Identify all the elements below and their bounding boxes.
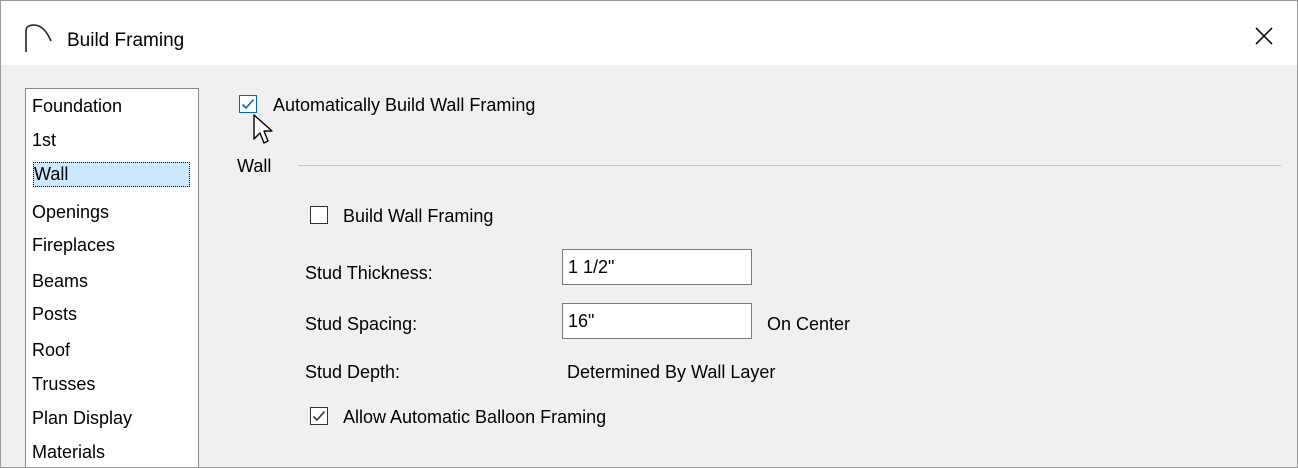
stud-spacing-label: Stud Spacing: bbox=[305, 314, 418, 334]
checkmark-icon bbox=[312, 410, 326, 422]
window-title: Build Framing bbox=[67, 30, 185, 51]
title-bar: Build Framing bbox=[1, 1, 1297, 65]
checkmark-icon bbox=[241, 98, 255, 110]
arch-icon bbox=[24, 23, 60, 53]
close-icon bbox=[1255, 27, 1273, 45]
stud-thickness-input[interactable]: 1 1/2" bbox=[562, 249, 752, 285]
stud-spacing-input[interactable]: 16" bbox=[562, 303, 752, 339]
sidebar-item-openings[interactable]: Openings bbox=[32, 200, 190, 225]
group-divider bbox=[298, 165, 1281, 166]
sidebar-item-wall[interactable]: Wall bbox=[33, 162, 190, 187]
sidebar-item-beams[interactable]: Beams bbox=[32, 269, 190, 294]
auto-build-checkbox[interactable] bbox=[239, 95, 257, 113]
build-framing-dialog: Build Framing Foundation 1st Wall Openin… bbox=[0, 0, 1298, 468]
sidebar-item-roof[interactable]: Roof bbox=[32, 338, 190, 363]
category-list[interactable]: Foundation 1st Wall Openings Fireplaces … bbox=[25, 88, 199, 467]
balloon-framing-label[interactable]: Allow Automatic Balloon Framing bbox=[343, 407, 606, 428]
mouse-pointer-icon bbox=[252, 113, 276, 152]
sidebar-item-trusses[interactable]: Trusses bbox=[32, 372, 190, 397]
stud-spacing-suffix: On Center bbox=[767, 314, 851, 334]
sidebar-item-fireplaces[interactable]: Fireplaces bbox=[32, 233, 190, 258]
stud-depth-label: Stud Depth: bbox=[305, 362, 401, 382]
build-wall-framing-label[interactable]: Build Wall Framing bbox=[343, 206, 493, 227]
wall-group-title: Wall bbox=[237, 156, 272, 176]
build-wall-framing-checkbox[interactable] bbox=[310, 206, 328, 224]
stud-thickness-label: Stud Thickness: bbox=[305, 263, 433, 283]
sidebar-item-plan-display[interactable]: Plan Display bbox=[32, 406, 190, 431]
auto-build-label[interactable]: Automatically Build Wall Framing bbox=[273, 95, 535, 116]
sidebar-item-materials[interactable]: Materials bbox=[32, 440, 190, 465]
balloon-framing-checkbox[interactable] bbox=[310, 407, 328, 425]
stud-depth-value: Determined By Wall Layer bbox=[567, 362, 776, 382]
sidebar-item-1st[interactable]: 1st bbox=[32, 128, 190, 153]
sidebar-item-foundation[interactable]: Foundation bbox=[32, 94, 190, 119]
sidebar-item-posts[interactable]: Posts bbox=[32, 302, 190, 327]
close-button[interactable] bbox=[1244, 17, 1284, 57]
